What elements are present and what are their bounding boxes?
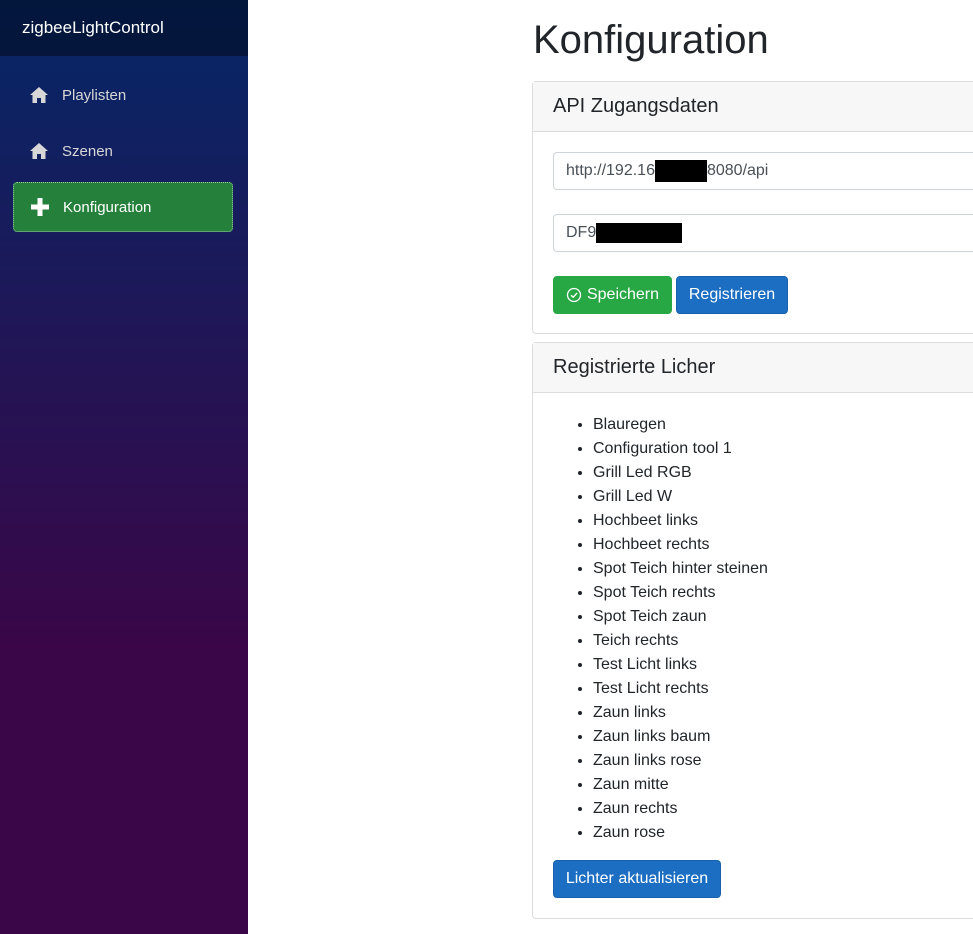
list-item: Zaun links	[593, 701, 768, 725]
list-item: Zaun links baum	[593, 725, 768, 749]
list-item: Teich rechts	[593, 629, 768, 653]
card-header: API Zugangsdaten	[533, 82, 973, 132]
register-button[interactable]: Registrieren	[676, 276, 788, 314]
save-label: Speichern	[586, 286, 660, 303]
list-item: Spot Teich hinter steinen	[593, 557, 768, 581]
list-item: Grill Led W	[593, 485, 768, 509]
list-item: Hochbeet links	[593, 509, 768, 533]
refresh-lights-button[interactable]: Lichter aktualisieren	[553, 860, 721, 898]
home-icon	[29, 85, 49, 105]
redaction-box	[596, 223, 683, 243]
api-key-input[interactable]: DF9	[553, 214, 973, 252]
sidebar-item-label: Playlisten	[62, 86, 127, 104]
list-item: Grill Led RGB	[593, 461, 768, 485]
sidebar-item-szenen[interactable]: Szenen	[13, 126, 233, 176]
api-key-prefix: DF9	[566, 224, 597, 241]
lights-list: Blauregen Configuration tool 1 Grill Led…	[573, 413, 768, 845]
list-item: Test Licht links	[593, 653, 768, 677]
sidebar-item-label: Szenen	[62, 142, 113, 160]
list-item: Blauregen	[593, 413, 768, 437]
check-circle-icon	[566, 287, 582, 303]
api-url-prefix: http://192.16	[566, 162, 655, 179]
home-icon	[29, 141, 49, 161]
plus-icon	[30, 197, 50, 217]
list-item: Spot Teich zaun	[593, 605, 768, 629]
list-item: Spot Teich rechts	[593, 581, 768, 605]
api-url-suffix: 8080/api	[706, 162, 769, 179]
page-title: Konfiguration	[533, 18, 769, 62]
list-item: Configuration tool 1	[593, 437, 768, 461]
sidebar-item-label: Konfiguration	[63, 198, 152, 216]
card-header: Registrierte Licher	[533, 343, 973, 393]
registered-lights-card: Registrierte Licher Blauregen Configurat…	[532, 342, 973, 919]
save-button[interactable]: Speichern	[553, 276, 672, 314]
api-url-input[interactable]: http://192.16 8080/api	[553, 152, 973, 190]
list-item: Test Licht rechts	[593, 677, 768, 701]
sidebar-item-playlisten[interactable]: Playlisten	[13, 70, 233, 120]
api-credentials-card: API Zugangsdaten http://192.16 8080/api …	[532, 81, 973, 334]
list-item: Zaun rose	[593, 821, 768, 845]
sidebar-item-konfiguration[interactable]: Konfiguration	[13, 182, 233, 232]
list-item: Zaun links rose	[593, 749, 768, 773]
sidebar: zigbeeLightControl Playlisten Szenen Kon…	[0, 0, 248, 934]
list-item: Zaun rechts	[593, 797, 768, 821]
list-item: Hochbeet rechts	[593, 533, 768, 557]
redaction-box	[654, 160, 707, 182]
main-content: Konfiguration API Zugangsdaten http://19…	[248, 0, 973, 934]
app-brand[interactable]: zigbeeLightControl	[0, 0, 248, 56]
list-item: Zaun mitte	[593, 773, 768, 797]
